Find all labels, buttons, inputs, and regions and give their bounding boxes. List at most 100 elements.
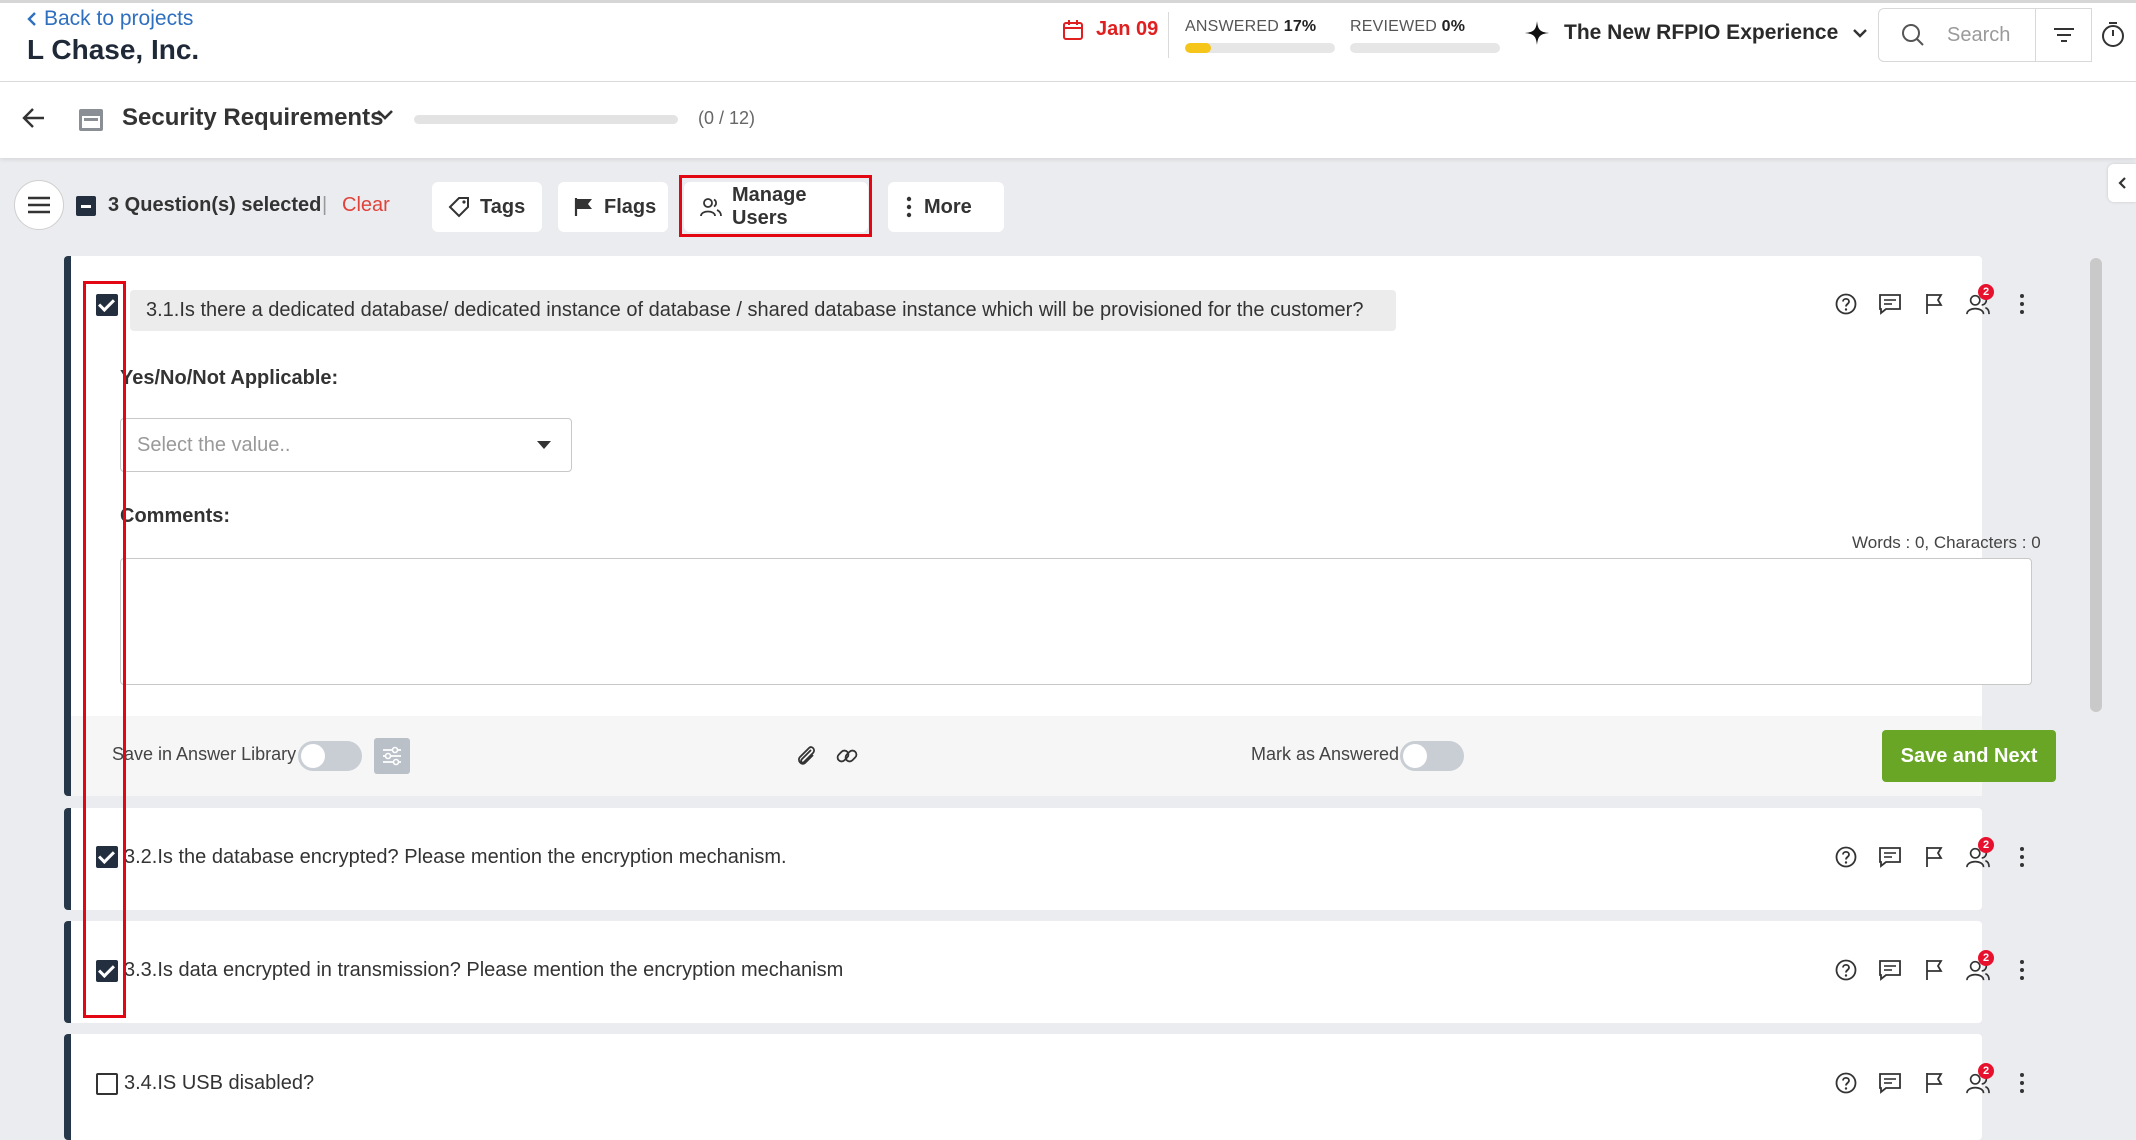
flags-button[interactable]: Flags bbox=[558, 182, 668, 232]
question-actions: 2 bbox=[1834, 950, 2034, 982]
question-text: 3.2.Is the database encrypted? Please me… bbox=[124, 846, 787, 868]
reviewed-metric: REVIEWED 0% bbox=[1350, 18, 1500, 53]
assignee-count-badge: 2 bbox=[1978, 950, 1994, 966]
comment-icon[interactable] bbox=[1878, 1071, 1902, 1095]
section-progress-count: (0 / 12) bbox=[698, 108, 756, 128]
comment-icon[interactable] bbox=[1878, 292, 1902, 316]
help-icon[interactable] bbox=[1834, 958, 1858, 982]
paperclip-icon[interactable] bbox=[794, 743, 818, 769]
section-header: Security Requirements (0 / 12) bbox=[0, 82, 2136, 158]
question-actions: 2 bbox=[1834, 284, 2034, 316]
menu-icon bbox=[27, 195, 51, 215]
more-vertical-icon bbox=[904, 196, 914, 218]
top-header: Back to projects L Chase, Inc. Jan 09 AN… bbox=[0, 0, 2136, 82]
settings-sliders-icon[interactable] bbox=[374, 738, 410, 774]
arrow-left-icon[interactable] bbox=[22, 107, 46, 129]
divider bbox=[1168, 12, 1169, 58]
calendar-icon bbox=[78, 105, 104, 133]
answered-metric: ANSWERED 17% bbox=[1185, 18, 1335, 53]
link-icon[interactable] bbox=[834, 743, 860, 769]
select-all-checkbox[interactable] bbox=[76, 196, 96, 216]
question-text: 3.1.Is there a dedicated database/ dedic… bbox=[130, 290, 1396, 331]
answered-value: 17% bbox=[1283, 18, 1317, 35]
experience-label: The New RFPIO Experience bbox=[1564, 21, 1839, 44]
collapse-panel-button[interactable] bbox=[2108, 164, 2136, 202]
tags-label: Tags bbox=[480, 195, 526, 218]
search-input[interactable]: Search bbox=[1878, 8, 2036, 62]
comment-icon[interactable] bbox=[1878, 958, 1902, 982]
question-card bbox=[64, 1034, 1982, 1140]
comments-textarea[interactable] bbox=[120, 558, 2032, 685]
answer-select[interactable]: Select the value.. bbox=[120, 418, 572, 472]
assign-user-icon[interactable]: 2 bbox=[1966, 950, 1994, 982]
assign-user-icon[interactable]: 2 bbox=[1966, 1063, 1994, 1095]
checkbox-column-highlight bbox=[83, 281, 126, 1018]
filter-icon bbox=[2053, 26, 2075, 44]
word-count: Words : 0, Characters : 0 bbox=[1852, 533, 2041, 552]
assignee-count-badge: 2 bbox=[1978, 837, 1994, 853]
filter-button[interactable] bbox=[2036, 8, 2092, 62]
project-title: L Chase, Inc. bbox=[27, 34, 200, 65]
reviewed-value: 0% bbox=[1441, 18, 1466, 35]
reviewed-progress-bar bbox=[1350, 43, 1500, 53]
help-icon[interactable] bbox=[1834, 1071, 1858, 1095]
chevron-left-icon bbox=[2117, 176, 2127, 190]
chevron-down-icon[interactable] bbox=[376, 109, 394, 121]
save-and-next-button[interactable]: Save and Next bbox=[1882, 730, 2056, 782]
flags-label: Flags bbox=[604, 195, 657, 218]
question-checkbox[interactable] bbox=[96, 1073, 118, 1095]
scrollbar[interactable] bbox=[2090, 258, 2102, 712]
due-date[interactable]: Jan 09 bbox=[1062, 18, 1158, 41]
section-title[interactable]: Security Requirements bbox=[122, 104, 383, 132]
help-icon[interactable] bbox=[1834, 845, 1858, 869]
answered-label: ANSWERED bbox=[1185, 18, 1280, 35]
section-progress-bar bbox=[414, 115, 678, 124]
more-button[interactable]: More bbox=[888, 182, 1004, 232]
flag-icon bbox=[574, 197, 594, 217]
flag-icon[interactable] bbox=[1922, 1071, 1946, 1095]
back-to-projects-link[interactable]: Back to projects bbox=[26, 7, 193, 31]
more-vertical-icon[interactable] bbox=[2010, 1071, 2034, 1095]
question-actions: 2 bbox=[1834, 1063, 2034, 1095]
chevron-down-icon bbox=[1852, 28, 1868, 38]
assign-user-icon[interactable]: 2 bbox=[1966, 837, 1994, 869]
assign-user-icon[interactable]: 2 bbox=[1966, 284, 1994, 316]
search-icon bbox=[1901, 23, 1925, 47]
timer-icon[interactable] bbox=[2100, 20, 2126, 48]
chevron-left-icon bbox=[26, 11, 38, 27]
assignee-count-badge: 2 bbox=[1978, 1063, 1994, 1079]
more-label: More bbox=[924, 195, 972, 218]
assignee-count-badge: 2 bbox=[1978, 284, 1994, 300]
due-date-label: Jan 09 bbox=[1096, 18, 1159, 40]
question-actions: 2 bbox=[1834, 837, 2034, 869]
question-card bbox=[64, 256, 1982, 796]
more-vertical-icon[interactable] bbox=[2010, 292, 2034, 316]
sparkle-icon bbox=[1524, 20, 1550, 46]
mark-answered-label: Mark as Answered bbox=[1251, 744, 1400, 764]
more-vertical-icon[interactable] bbox=[2010, 958, 2034, 982]
mark-answered-toggle[interactable] bbox=[1400, 741, 1464, 771]
more-vertical-icon[interactable] bbox=[2010, 845, 2034, 869]
caret-down-icon bbox=[537, 441, 551, 449]
save-library-toggle[interactable] bbox=[298, 741, 362, 771]
separator: | bbox=[322, 194, 328, 216]
new-experience-toggle[interactable]: The New RFPIO Experience bbox=[1524, 20, 1868, 46]
tags-button[interactable]: Tags bbox=[432, 182, 542, 232]
reviewed-label: REVIEWED bbox=[1350, 18, 1437, 35]
question-text: 3.3.Is data encrypted in transmission? P… bbox=[124, 959, 844, 981]
flag-icon[interactable] bbox=[1922, 845, 1946, 869]
question-text: 3.4.IS USB disabled? bbox=[124, 1072, 315, 1094]
clear-selection-link[interactable]: Clear bbox=[342, 194, 390, 217]
answered-progress-bar bbox=[1185, 43, 1335, 53]
menu-button[interactable] bbox=[14, 180, 64, 230]
save-library-label: Save in Answer Library bbox=[112, 744, 297, 764]
manage-users-highlight bbox=[679, 175, 872, 237]
help-icon[interactable] bbox=[1834, 292, 1858, 316]
comment-icon[interactable] bbox=[1878, 845, 1902, 869]
answered-progress-fill bbox=[1185, 43, 1211, 53]
flag-icon[interactable] bbox=[1922, 958, 1946, 982]
yesno-label: Yes/No/Not Applicable: bbox=[120, 367, 339, 389]
flag-icon[interactable] bbox=[1922, 292, 1946, 316]
tag-icon bbox=[448, 196, 470, 218]
back-link-label: Back to projects bbox=[44, 7, 194, 30]
